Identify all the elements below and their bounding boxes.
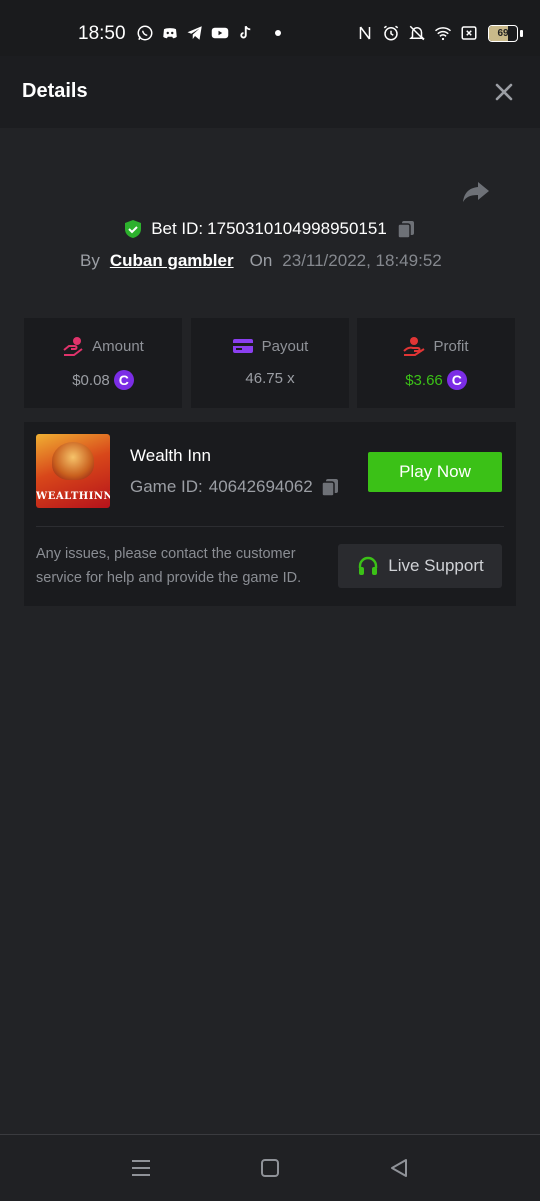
- bet-id-label: Bet ID:: [151, 219, 204, 238]
- game-name: Wealth Inn: [130, 446, 211, 465]
- on-label: On: [249, 251, 273, 270]
- game-id-row: Game ID: 40642694062: [130, 476, 341, 498]
- thumbnail-art: [52, 442, 94, 480]
- divider: [36, 526, 504, 527]
- whatsapp-icon: [137, 25, 153, 41]
- status-bar: 18:50 69: [0, 0, 540, 56]
- by-label: By: [80, 251, 100, 270]
- back-triangle-icon: [391, 1159, 407, 1177]
- share-icon: [463, 182, 489, 202]
- battery-cap: [520, 29, 523, 37]
- game-id-value: 40642694062: [208, 477, 313, 496]
- close-icon: [495, 83, 513, 101]
- profit-card: Profit $3.66 C: [357, 318, 515, 408]
- details-header: Details: [0, 56, 540, 128]
- support-hint: Any issues, please contact the customer …: [36, 546, 302, 586]
- back-button[interactable]: [388, 1157, 410, 1179]
- profit-label: Profit: [433, 337, 469, 355]
- status-time: 18:50: [78, 23, 126, 44]
- home-button[interactable]: [259, 1157, 281, 1179]
- game-card: WEALTHINN Wealth Inn Game ID: 4064269406…: [24, 422, 516, 606]
- sim-x-icon: [461, 26, 477, 40]
- page-title: Details: [22, 80, 88, 102]
- wifi-icon: [435, 27, 451, 41]
- battery-level: 69: [497, 27, 509, 39]
- menu-icon: [132, 1160, 150, 1176]
- game-id-label: Game ID:: [130, 477, 203, 496]
- payout-card: Payout 46.75 x: [191, 318, 349, 408]
- card-icon: [232, 339, 253, 353]
- mute-icon: [409, 25, 425, 41]
- system-icons: 69: [356, 24, 523, 42]
- coin-c-icon: C: [113, 370, 134, 390]
- amount-value: $0.08: [72, 371, 110, 389]
- close-button[interactable]: [490, 78, 518, 106]
- coin-hand-icon: [63, 337, 83, 356]
- amount-label: Amount: [92, 337, 144, 355]
- hand-profit-icon: [403, 337, 426, 356]
- live-support-label: Live Support: [388, 556, 484, 575]
- game-thumbnail[interactable]: WEALTHINN: [36, 434, 110, 508]
- recents-button[interactable]: [130, 1157, 152, 1179]
- live-support-button[interactable]: Live Support: [338, 544, 502, 588]
- bet-datetime: 23/11/2022, 18:49:52: [282, 251, 442, 270]
- more-notifications-dot: [275, 30, 281, 36]
- home-square-icon: [261, 1159, 279, 1177]
- copy-bet-id-icon[interactable]: [395, 218, 417, 240]
- payout-label: Payout: [261, 337, 309, 355]
- headset-icon: [359, 556, 378, 575]
- discord-icon: [163, 28, 177, 39]
- youtube-icon: [211, 27, 229, 39]
- notification-icons: [136, 24, 281, 42]
- bet-meta-row: By Cuban gambler On 23/11/2022, 18:49:52: [80, 248, 442, 274]
- thumbnail-logo: WEALTHINN: [36, 491, 110, 502]
- bet-id-value: 1750310104998950151: [207, 219, 387, 238]
- profit-value: $3.66: [405, 371, 443, 389]
- username-link[interactable]: Cuban gambler: [110, 251, 234, 271]
- tiktok-icon: [240, 25, 251, 39]
- shield-check-icon: [125, 220, 142, 238]
- alarm-icon: [383, 25, 399, 41]
- play-now-button[interactable]: Play Now: [368, 452, 502, 492]
- coin-c-icon: C: [446, 370, 467, 390]
- payout-value: 46.75 x: [245, 370, 295, 387]
- system-nav-bar: [0, 1134, 540, 1201]
- telegram-icon: [187, 26, 202, 40]
- copy-game-id-icon[interactable]: [319, 476, 341, 498]
- share-button[interactable]: [460, 176, 492, 208]
- bet-id-row: Bet ID: 1750310104998950151: [0, 214, 540, 244]
- battery-icon: 69: [488, 24, 518, 42]
- nfc-icon: [359, 26, 371, 40]
- amount-card: Amount $0.08 C: [24, 318, 182, 408]
